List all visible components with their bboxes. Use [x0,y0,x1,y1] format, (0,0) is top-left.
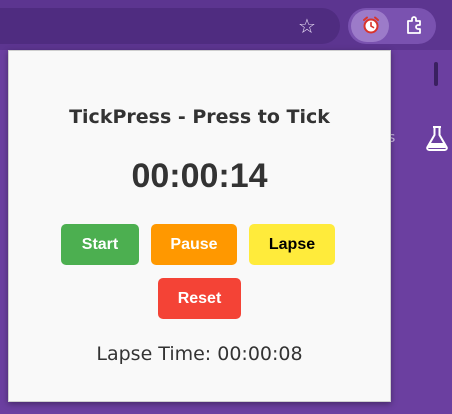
page-divider [434,62,438,86]
pause-button[interactable]: Pause [151,224,237,265]
start-button[interactable]: Start [61,224,139,265]
browser-toolbar: ☆ [0,0,452,50]
lapse-time-text: Lapse Time: 00:00:08 [96,343,303,365]
alarm-clock-icon[interactable] [361,15,381,35]
popup-title: TickPress - Press to Tick [69,106,330,128]
stopwatch-display: 00:00:14 [131,157,268,195]
flask-icon[interactable] [424,124,450,152]
puzzle-icon[interactable] [404,14,426,36]
lapse-button[interactable]: Lapse [249,224,335,265]
star-icon[interactable]: ☆ [296,15,318,37]
reset-button[interactable]: Reset [158,278,241,319]
tickpress-popup: TickPress - Press to Tick 00:00:14 Start… [8,50,391,402]
address-bar[interactable] [0,8,340,44]
